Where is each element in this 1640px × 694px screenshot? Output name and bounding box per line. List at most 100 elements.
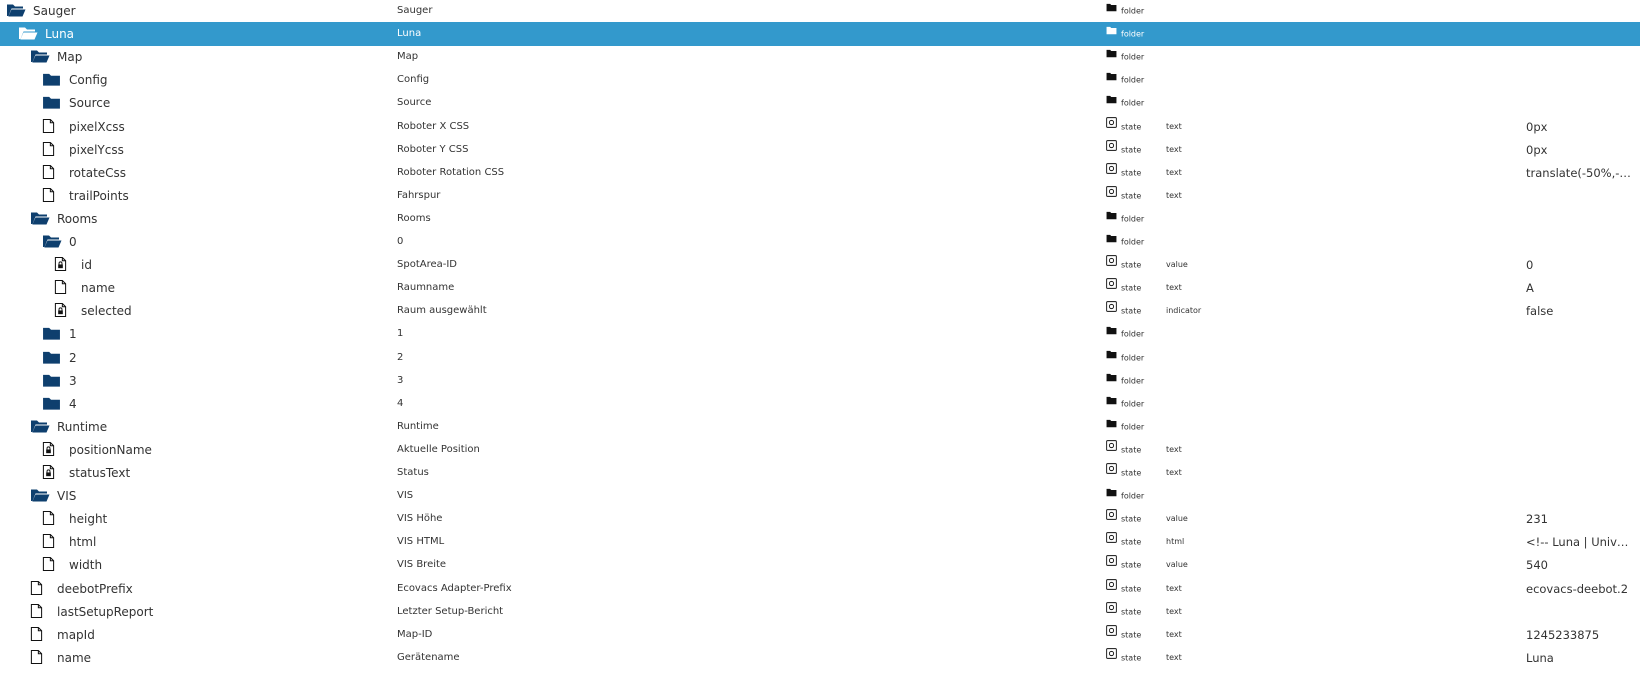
folder-closed-icon[interactable] — [42, 372, 60, 390]
tree-row[interactable]: VIS VIS folder — [0, 484, 1640, 508]
tree-row[interactable]: html VIS HTML state html <!-- Luna | Univer.… — [0, 530, 1640, 554]
tree-row[interactable]: width VIS Breite state value 540 — [0, 553, 1640, 577]
object-value-cell[interactable]: translate(-50%,-5... — [1526, 161, 1634, 185]
object-value-cell — [1526, 346, 1634, 370]
object-value-cell[interactable] — [1526, 438, 1634, 462]
tree-row[interactable]: height VIS Höhe state value 231 — [0, 507, 1640, 531]
file-icon — [30, 603, 48, 621]
folder-open-icon[interactable] — [18, 25, 38, 43]
tree-row[interactable]: Rooms Rooms folder — [0, 207, 1640, 231]
object-name-cell: 4 — [397, 397, 404, 409]
tree-row[interactable]: name Raumname state text A — [0, 276, 1640, 300]
folder-open-icon[interactable] — [6, 2, 26, 20]
object-id-label: statusText — [69, 466, 131, 480]
object-value-cell[interactable]: 540 — [1526, 553, 1634, 577]
object-type-label: state — [1121, 445, 1142, 455]
object-id-label: 4 — [69, 396, 77, 411]
object-role-cell: text — [1166, 606, 1182, 616]
folder-type-icon — [1106, 484, 1117, 507]
tree-row[interactable]: 0 0 folder — [0, 230, 1640, 254]
object-id-cell: rotateCss — [0, 161, 396, 185]
tree-row[interactable]: id SpotArea-ID state value 0 — [0, 253, 1640, 277]
folder-open-icon[interactable] — [30, 48, 50, 66]
object-id-label: lastSetupReport — [57, 604, 154, 619]
object-type-label: state — [1121, 468, 1142, 478]
object-type-label: folder — [1121, 399, 1145, 409]
object-type-cell: state — [1106, 553, 1162, 577]
tree-row[interactable]: Sauger Sauger folder — [0, 0, 1640, 23]
tree-row[interactable]: trailPoints Fahrspur state text — [0, 184, 1640, 208]
object-id-cell: name — [0, 276, 396, 300]
tree-row[interactable]: 3 3 folder — [0, 369, 1640, 393]
object-role-cell — [1166, 68, 1266, 92]
folder-closed-icon[interactable] — [42, 325, 60, 343]
object-id-cell: name — [0, 646, 396, 670]
object-value-cell — [1526, 392, 1634, 416]
tree-row[interactable]: lastSetupReport Letzter Setup-Bericht stat… — [0, 600, 1640, 624]
object-type-label: state — [1121, 168, 1142, 178]
state-type-icon — [1106, 115, 1117, 138]
object-role-cell: text — [1166, 190, 1182, 200]
object-id-label: selected — [81, 304, 132, 319]
folder-closed-icon[interactable] — [42, 395, 60, 413]
object-value-cell[interactable]: 0px — [1526, 115, 1634, 139]
object-name-cell: Map — [397, 51, 419, 63]
tree-row[interactable]: Config Config folder — [0, 68, 1640, 92]
folder-type-icon — [1106, 369, 1117, 392]
object-value-cell[interactable] — [1526, 461, 1634, 485]
object-type-label: state — [1121, 283, 1142, 293]
object-value-cell[interactable]: ecovacs-deebot.2 — [1526, 577, 1634, 601]
tree-row[interactable]: 1 1 folder — [0, 322, 1640, 346]
folder-closed-icon[interactable] — [42, 349, 60, 367]
object-value-cell[interactable]: <!-- Luna | Univer... — [1526, 530, 1634, 554]
folder-open-icon[interactable] — [30, 418, 50, 436]
object-value-cell[interactable]: false — [1526, 299, 1634, 323]
object-name-cell: Rooms — [397, 212, 431, 224]
object-id-cell: deebotPrefix — [0, 577, 396, 601]
object-value-cell[interactable]: Luna — [1526, 646, 1634, 670]
object-type-label: state — [1121, 306, 1142, 316]
tree-row[interactable]: positionName Aktuelle Position state text — [0, 438, 1640, 462]
object-name-cell: 0 — [397, 236, 404, 247]
object-value-cell[interactable]: 231 — [1526, 507, 1634, 531]
folder-closed-icon[interactable] — [42, 71, 60, 89]
object-type-cell: folder — [1106, 369, 1162, 393]
object-id-cell: height — [0, 507, 396, 531]
folder-open-icon[interactable] — [42, 233, 62, 251]
tree-row[interactable]: deebotPrefix Ecovacs Adapter-Prefix state t… — [0, 577, 1640, 601]
folder-open-icon[interactable] — [30, 487, 50, 505]
tree-row[interactable]: mapId Map-ID state text 1245233875 — [0, 623, 1640, 647]
tree-row[interactable]: selected Raum ausgewählt state indicator fal… — [0, 299, 1640, 323]
object-name-cell: Letzter Setup-Bericht — [397, 605, 504, 617]
object-value-cell[interactable]: 1245233875 — [1526, 623, 1634, 647]
object-value-cell[interactable]: 0px — [1526, 138, 1634, 162]
object-role-cell — [1166, 346, 1266, 370]
object-type-cell: folder — [1106, 45, 1162, 69]
folder-closed-icon[interactable] — [42, 94, 60, 112]
tree-row[interactable]: Map Map folder — [0, 45, 1640, 69]
object-value-cell[interactable] — [1526, 600, 1634, 624]
object-type-cell: state — [1106, 253, 1162, 277]
tree-row[interactable]: 2 2 folder — [0, 346, 1640, 370]
object-type-label: folder — [1121, 422, 1145, 432]
object-value-cell[interactable]: A — [1526, 276, 1634, 300]
tree-row[interactable]: statusText Status state text — [0, 461, 1640, 485]
tree-row[interactable]: Luna Luna folder — [0, 22, 1640, 47]
tree-row[interactable]: rotateCss Roboter Rotation CSS state text tr… — [0, 161, 1640, 185]
state-type-icon — [1106, 299, 1117, 322]
state-type-icon — [1106, 184, 1117, 207]
tree-row[interactable]: Runtime Runtime folder — [0, 415, 1640, 439]
object-id-cell: Rooms — [0, 207, 396, 231]
object-value-cell[interactable]: 0 — [1526, 253, 1634, 277]
tree-row[interactable]: Source Source folder — [0, 91, 1640, 115]
tree-row[interactable]: name Gerätename state text Luna — [0, 646, 1640, 670]
folder-type-icon — [1106, 45, 1117, 68]
tree-row[interactable]: pixelYcss Roboter Y CSS state text 0px — [0, 138, 1640, 162]
object-role-cell — [1166, 322, 1266, 346]
object-value-cell[interactable] — [1526, 184, 1634, 208]
tree-row[interactable]: 4 4 folder — [0, 392, 1640, 416]
object-id-label: pixelXcss — [69, 119, 125, 134]
folder-open-icon[interactable] — [30, 210, 50, 228]
object-id-label: rotateCss — [69, 165, 127, 180]
tree-row[interactable]: pixelXcss Roboter X CSS state text 0px — [0, 115, 1640, 139]
